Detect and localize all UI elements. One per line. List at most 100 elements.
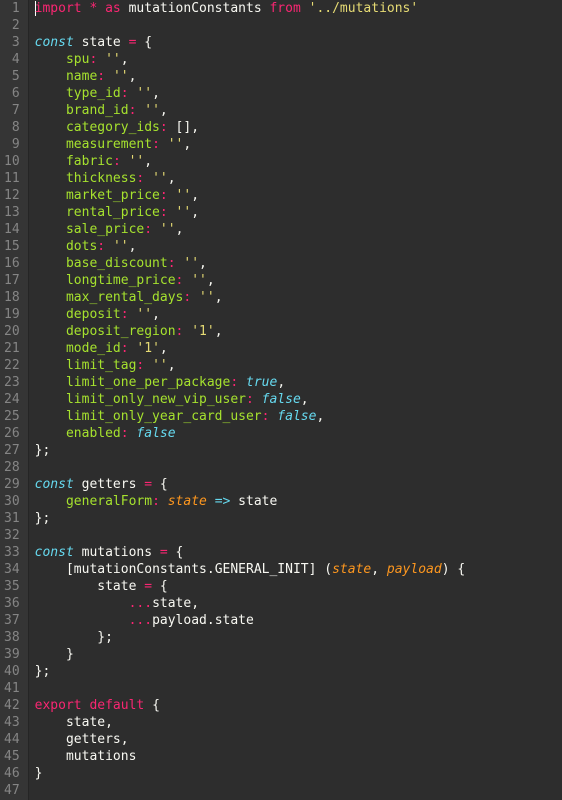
token-str: '' (136, 86, 152, 101)
code-line[interactable]: base_discount: '', (35, 255, 562, 272)
token-fn: limit_one_per_package (66, 375, 230, 390)
code-line[interactable]: deposit_region: '1', (35, 323, 562, 340)
line-number: 33 (4, 544, 20, 561)
token-op: : (168, 256, 176, 271)
line-number: 35 (4, 578, 20, 595)
token-op: = (144, 477, 152, 492)
token-id: GENERAL_INIT (215, 562, 309, 577)
code-line[interactable]: spu: '', (35, 51, 562, 68)
token-op: : (97, 69, 105, 84)
code-line[interactable]: } (35, 646, 562, 663)
line-number: 30 (4, 493, 20, 510)
code-line[interactable]: [mutationConstants.GENERAL_INIT] (state,… (35, 561, 562, 578)
token-punc: , (129, 239, 137, 254)
token-param: state (332, 562, 371, 577)
code-line[interactable]: deposit: '', (35, 306, 562, 323)
token-str: '' (144, 103, 160, 118)
code-line[interactable]: longtime_price: '', (35, 272, 562, 289)
token-punc: , (215, 290, 223, 305)
token-id (35, 137, 66, 152)
code-line[interactable]: measurement: '', (35, 136, 562, 153)
token-kw2: const (35, 477, 74, 492)
token-fn: deposit (66, 307, 121, 322)
code-line[interactable]: generalForm: state => state (35, 493, 562, 510)
code-editor-content[interactable]: import * as mutationConstants from '../m… (29, 0, 562, 800)
code-line[interactable] (35, 17, 562, 34)
token-fn: spu (66, 52, 89, 67)
line-number: 43 (4, 714, 20, 731)
token-punc: ( (324, 562, 332, 577)
token-id (168, 120, 176, 135)
token-id (35, 562, 66, 577)
code-line[interactable]: }; (35, 629, 562, 646)
line-number: 7 (4, 102, 20, 119)
code-line[interactable] (35, 527, 562, 544)
token-punc: , (316, 409, 324, 424)
code-line[interactable] (35, 459, 562, 476)
code-line[interactable]: }; (35, 663, 562, 680)
code-line[interactable]: ...state, (35, 595, 562, 612)
code-line[interactable]: brand_id: '', (35, 102, 562, 119)
token-punc: , (168, 171, 176, 186)
code-line[interactable]: limit_only_new_vip_user: false, (35, 391, 562, 408)
token-id (35, 273, 66, 288)
token-punc: . (207, 613, 215, 628)
token-id: mutationConstants (74, 562, 207, 577)
token-id (35, 86, 66, 101)
token-punc: }; (97, 630, 113, 645)
code-line[interactable]: ...payload.state (35, 612, 562, 629)
code-line[interactable]: limit_only_year_card_user: false, (35, 408, 562, 425)
token-punc: , (121, 52, 129, 67)
code-line[interactable]: max_rental_days: '', (35, 289, 562, 306)
token-id (160, 137, 168, 152)
code-line[interactable]: const mutations = { (35, 544, 562, 561)
token-punc: , (105, 715, 113, 730)
token-op: : (121, 86, 129, 101)
code-line[interactable]: market_price: '', (35, 187, 562, 204)
token-punc: { (176, 545, 184, 560)
token-id (35, 341, 66, 356)
token-id (35, 205, 66, 220)
line-number: 2 (4, 17, 20, 34)
line-number: 26 (4, 425, 20, 442)
token-fn: sale_price (66, 222, 144, 237)
code-line[interactable]: limit_one_per_package: true, (35, 374, 562, 391)
code-line[interactable]: mutations (35, 748, 562, 765)
code-line[interactable]: category_ids: [], (35, 119, 562, 136)
code-line[interactable]: export default { (35, 697, 562, 714)
token-param: payload (387, 562, 442, 577)
token-punc: { (152, 698, 160, 713)
code-line[interactable] (35, 782, 562, 799)
token-id (35, 154, 66, 169)
code-line[interactable]: dots: '', (35, 238, 562, 255)
code-line[interactable]: enabled: false (35, 425, 562, 442)
code-line[interactable]: thickness: '', (35, 170, 562, 187)
token-kw2: false (136, 426, 175, 441)
token-punc: }; (35, 443, 51, 458)
code-line[interactable]: state = { (35, 578, 562, 595)
code-line[interactable]: rental_price: '', (35, 204, 562, 221)
token-punc: { (160, 477, 168, 492)
token-op: ... (129, 613, 152, 628)
code-line[interactable]: }; (35, 510, 562, 527)
code-line[interactable] (35, 680, 562, 697)
token-id (168, 205, 176, 220)
token-punc: , (121, 732, 129, 747)
code-line[interactable]: mode_id: '1', (35, 340, 562, 357)
code-line[interactable]: const state = { (35, 34, 562, 51)
code-line[interactable]: }; (35, 442, 562, 459)
code-line[interactable]: type_id: '', (35, 85, 562, 102)
token-fn: limit_tag (66, 358, 136, 373)
code-line[interactable]: state, (35, 714, 562, 731)
code-line[interactable]: const getters = { (35, 476, 562, 493)
code-line[interactable]: name: '', (35, 68, 562, 85)
token-kw: export (35, 698, 82, 713)
code-line[interactable]: fabric: '', (35, 153, 562, 170)
code-line[interactable]: } (35, 765, 562, 782)
code-line[interactable]: sale_price: '', (35, 221, 562, 238)
token-id (35, 647, 66, 662)
code-line[interactable]: import * as mutationConstants from '../m… (35, 0, 562, 17)
token-str: '' (113, 239, 129, 254)
code-line[interactable]: getters, (35, 731, 562, 748)
code-line[interactable]: limit_tag: '', (35, 357, 562, 374)
